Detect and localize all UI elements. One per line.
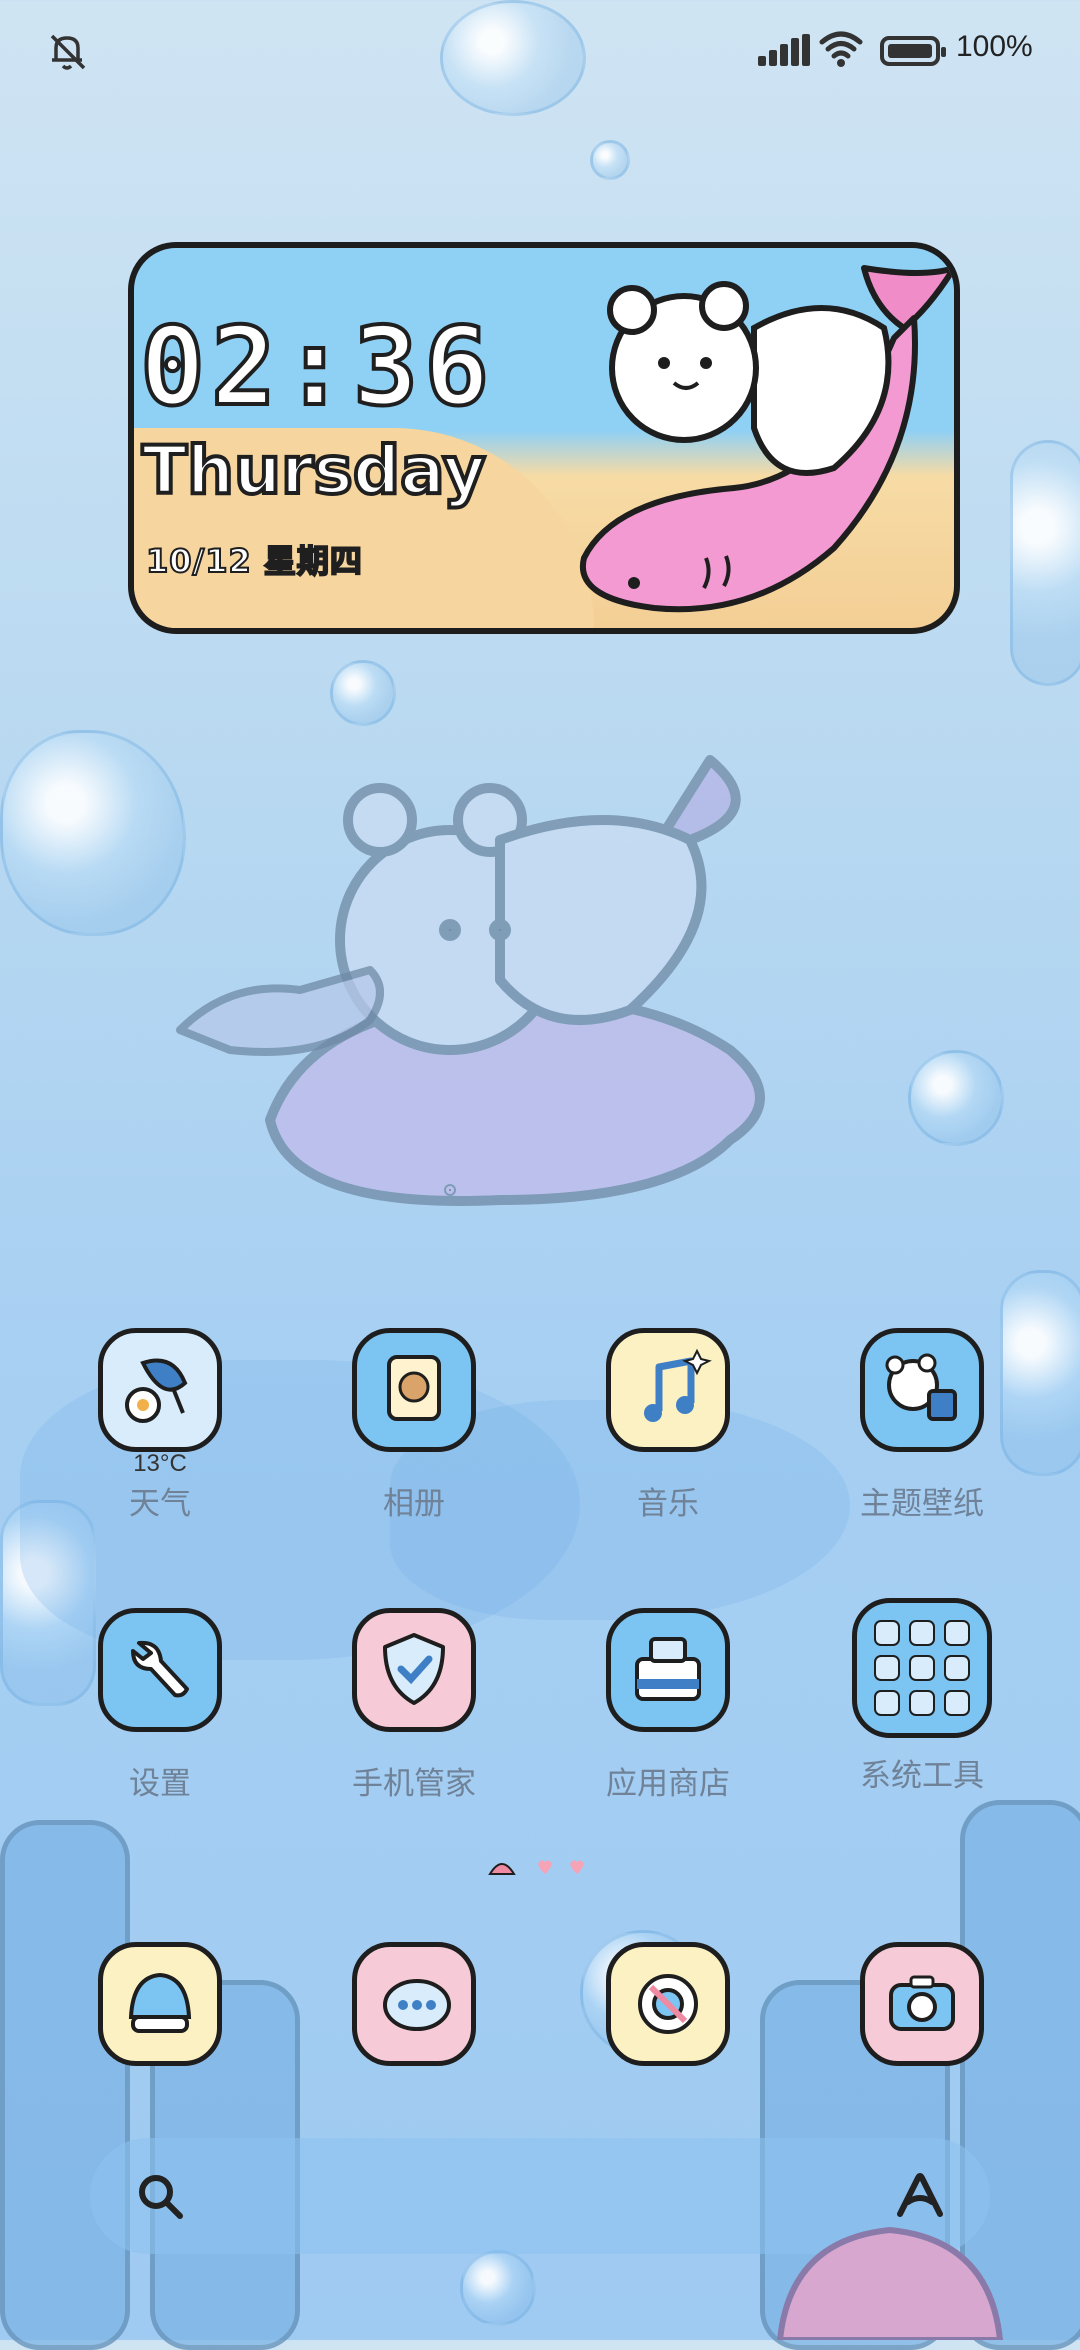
dock-app-phone[interactable]	[60, 1942, 260, 2066]
page-indicator	[488, 1852, 598, 1882]
app-label: 相册	[383, 1486, 445, 1522]
app-gallery[interactable]: 相册	[314, 1328, 514, 1523]
bubble-decoration	[330, 660, 396, 726]
store-bag-icon	[606, 1608, 730, 1732]
weather-icon	[98, 1328, 222, 1452]
bubble-decoration	[460, 2250, 536, 2326]
signal-icon	[758, 34, 810, 66]
message-bubble-icon	[352, 1942, 476, 2066]
status-bar: 100%	[0, 22, 1080, 82]
music-note-icon	[606, 1328, 730, 1452]
bubble-decoration	[590, 140, 630, 180]
app-music[interactable]: 音乐	[568, 1328, 768, 1523]
clock-time: 02:36	[138, 303, 496, 432]
app-weather[interactable]: 13°C 天气	[60, 1328, 260, 1523]
folder-system-tools[interactable]: 系统工具	[822, 1598, 1022, 1795]
dock-app-camera[interactable]	[822, 1942, 1022, 2066]
app-label: 天气	[129, 1486, 191, 1522]
coral-decoration	[0, 1820, 130, 2350]
page-dot-active	[488, 1863, 516, 1875]
folder-grid-icon	[852, 1598, 992, 1738]
bubble-decoration	[1010, 440, 1080, 686]
app-store[interactable]: 应用商店	[568, 1608, 768, 1803]
app-themes[interactable]: 主题壁纸	[822, 1328, 1022, 1523]
wifi-icon	[819, 31, 863, 67]
weather-temperature: 13°C	[133, 1450, 187, 1477]
phone-shell-icon	[98, 1942, 222, 2066]
bear-shark-illustration	[176, 755, 765, 1206]
search-icon[interactable]	[132, 2168, 188, 2224]
clock-day: Thursday	[140, 430, 488, 511]
app-label: 主题壁纸	[860, 1486, 984, 1522]
bell-muted-icon	[50, 34, 86, 70]
app-label: 系统工具	[860, 1758, 984, 1794]
app-label: 手机管家	[352, 1766, 476, 1802]
theme-bear-icon	[860, 1328, 984, 1452]
bubble-decoration	[908, 1050, 1004, 1146]
shield-check-icon	[352, 1608, 476, 1732]
page-dot	[570, 1860, 584, 1874]
app-phone-manager[interactable]: 手机管家	[314, 1608, 514, 1803]
wrench-icon	[98, 1608, 222, 1732]
battery-icon	[880, 36, 946, 66]
battery-percentage: 100%	[956, 30, 1033, 63]
page-dot	[538, 1860, 552, 1874]
dock-app-browser[interactable]	[568, 1942, 768, 2066]
app-settings[interactable]: 设置	[60, 1608, 260, 1803]
dock-app-messages[interactable]	[314, 1942, 514, 2066]
app-label: 音乐	[637, 1486, 699, 1522]
shell-decoration	[776, 2226, 1004, 2340]
browser-ring-icon	[606, 1942, 730, 2066]
bear-shark-sticker	[579, 265, 954, 613]
camera-icon	[860, 1942, 984, 2066]
app-label: 应用商店	[606, 1766, 730, 1802]
app-label: 设置	[129, 1766, 191, 1802]
clock-date: 10/12 星期四	[145, 541, 363, 581]
bubble-decoration	[0, 730, 186, 936]
assistant-icon[interactable]	[890, 2166, 950, 2226]
photo-album-icon	[352, 1328, 476, 1452]
